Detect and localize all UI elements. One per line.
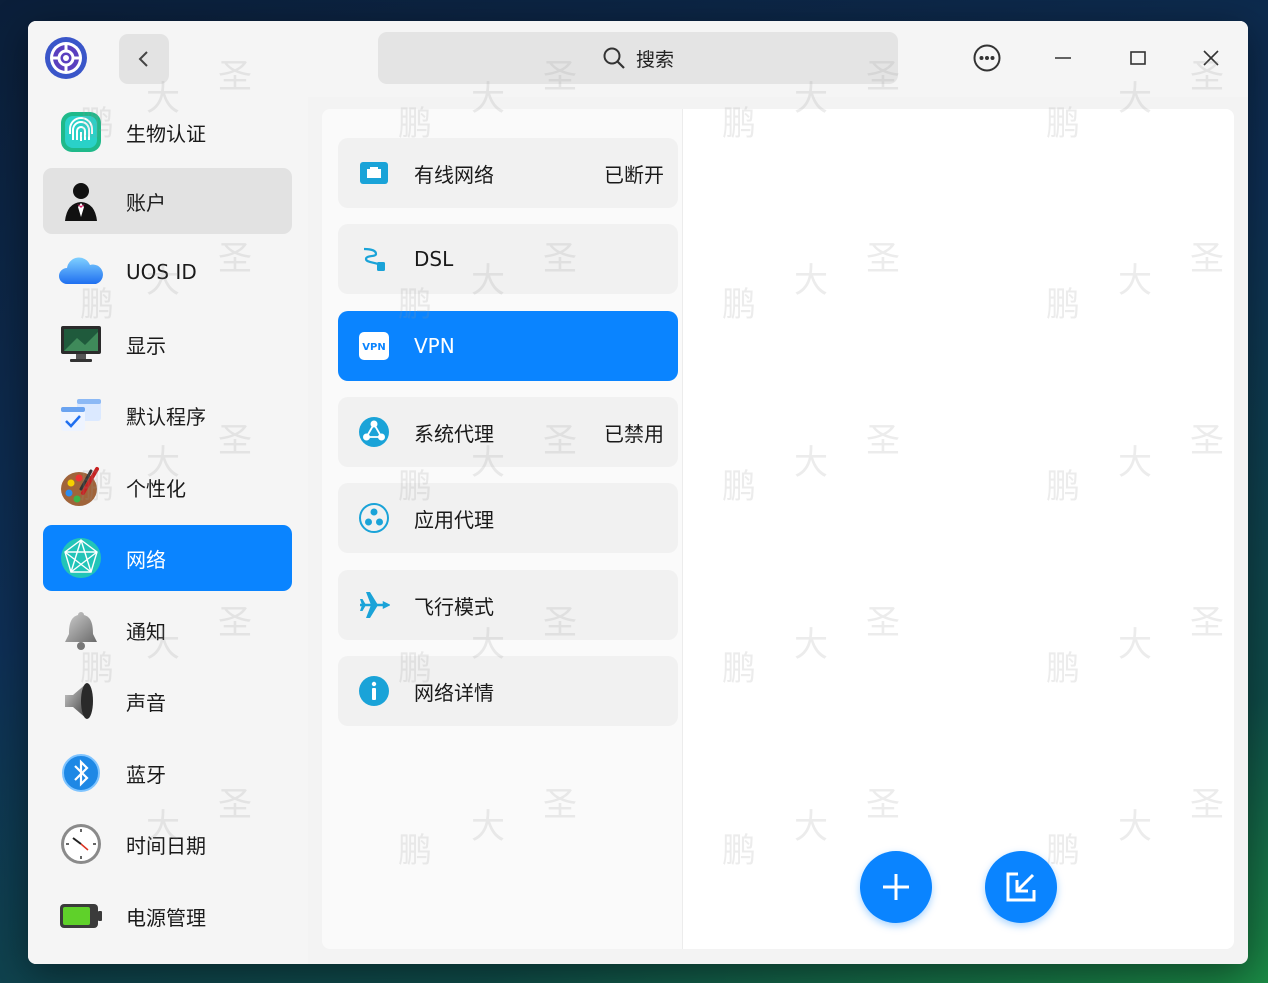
default-apps-icon xyxy=(61,399,101,431)
battery-icon xyxy=(60,904,102,928)
sidebar-item-personalization[interactable]: 个性化 xyxy=(43,454,292,520)
minimize-icon xyxy=(1055,57,1071,59)
sidebar-item-label: 个性化 xyxy=(126,476,186,501)
sidebar-item-bluetooth[interactable]: 蓝牙 xyxy=(43,740,292,806)
svg-text:VPN: VPN xyxy=(362,342,385,353)
network-item-label: 有线网络 xyxy=(414,162,494,187)
network-item-label: 系统代理 xyxy=(414,421,494,446)
sidebar-item-default-apps[interactable]: 默认程序 xyxy=(43,382,292,448)
display-icon xyxy=(61,326,101,362)
more-icon xyxy=(973,44,1001,72)
sidebar-item-label: 显示 xyxy=(126,333,166,358)
network-item-label: VPN xyxy=(414,334,455,358)
import-icon xyxy=(1006,872,1036,902)
palette-icon xyxy=(61,467,99,506)
network-item-airplane[interactable]: 飞行模式 xyxy=(338,570,678,640)
sidebar-item-label: 通知 xyxy=(126,619,166,644)
fingerprint-icon xyxy=(61,112,101,152)
sidebar-item-label: 声音 xyxy=(126,690,166,715)
sidebar-item-network[interactable]: 网络 xyxy=(43,525,292,591)
network-submenu: 有线网络 已断开 DSL VPN VPN 系统代理 已禁用 应用代理 飞行模式 … xyxy=(322,109,682,949)
add-vpn-button[interactable] xyxy=(860,851,932,923)
network-item-status: 已断开 xyxy=(604,162,664,187)
network-item-label: 应用代理 xyxy=(414,507,494,532)
ethernet-icon xyxy=(360,162,388,184)
sidebar-item-account[interactable]: 账户 xyxy=(43,168,292,234)
app-proxy-icon xyxy=(359,503,389,533)
network-item-label: DSL xyxy=(414,247,454,271)
network-item-status: 已禁用 xyxy=(604,421,664,446)
network-item-dsl[interactable]: DSL xyxy=(338,224,678,294)
system-proxy-icon xyxy=(359,417,389,447)
speaker-icon xyxy=(65,683,93,719)
sidebar-item-biometric[interactable]: 生物认证 xyxy=(43,99,292,165)
sidebar-item-label: UOS ID xyxy=(126,260,197,284)
search-placeholder: 搜索 xyxy=(635,48,674,71)
sidebar-item-label: 账户 xyxy=(126,190,166,215)
network-item-vpn[interactable]: VPN VPN xyxy=(338,311,678,381)
search-box[interactable]: 搜索 xyxy=(378,32,898,84)
bluetooth-icon xyxy=(62,754,100,792)
info-icon xyxy=(359,676,389,706)
vpn-icon: VPN xyxy=(359,332,389,360)
cloud-icon xyxy=(59,257,103,284)
sidebar-item-label: 默认程序 xyxy=(126,404,206,429)
chevron-left-icon xyxy=(138,51,148,67)
sidebar-item-uos-id[interactable]: UOS ID xyxy=(43,239,292,305)
airplane-icon xyxy=(360,592,390,618)
dsl-icon xyxy=(363,247,385,271)
network-item-label: 网络详情 xyxy=(414,680,494,705)
account-icon xyxy=(65,183,97,221)
title-bar: 搜索 xyxy=(28,21,1248,97)
clock-icon xyxy=(61,824,101,864)
minimize-button[interactable] xyxy=(1046,41,1080,75)
search-icon xyxy=(603,47,625,69)
bell-icon xyxy=(65,612,97,650)
plus-icon xyxy=(883,874,909,900)
network-item-details[interactable]: 网络详情 xyxy=(338,656,678,726)
sidebar-item-sound[interactable]: 声音 xyxy=(43,668,292,734)
sidebar-item-display[interactable]: 显示 xyxy=(43,311,292,377)
import-vpn-button[interactable] xyxy=(985,851,1057,923)
maximize-icon xyxy=(1130,51,1146,65)
sidebar-item-label: 电源管理 xyxy=(126,905,206,930)
maximize-button[interactable] xyxy=(1121,41,1155,75)
network-item-system-proxy[interactable]: 系统代理 已禁用 xyxy=(338,397,678,467)
network-item-wired[interactable]: 有线网络 已断开 xyxy=(338,138,678,208)
network-icon xyxy=(61,538,101,578)
sidebar-item-datetime[interactable]: 时间日期 xyxy=(43,811,292,877)
more-options-button[interactable] xyxy=(970,41,1004,75)
settings-window: 搜索 生物认证 账户 UOS ID 显示 默认程序 个性化 网络 通知 声音 蓝… xyxy=(28,21,1248,964)
sidebar: 生物认证 账户 UOS ID 显示 默认程序 个性化 网络 通知 声音 蓝牙 时… xyxy=(28,97,308,964)
back-button[interactable] xyxy=(119,34,169,84)
sidebar-item-label: 网络 xyxy=(126,547,166,572)
sidebar-item-notification[interactable]: 通知 xyxy=(43,597,292,663)
vpn-content-panel xyxy=(682,109,1234,949)
sidebar-item-label: 蓝牙 xyxy=(126,762,166,787)
network-item-app-proxy[interactable]: 应用代理 xyxy=(338,483,678,553)
close-button[interactable] xyxy=(1194,41,1228,75)
sidebar-item-label: 时间日期 xyxy=(126,833,206,858)
sidebar-item-label: 生物认证 xyxy=(126,121,206,146)
control-center-logo-icon xyxy=(44,36,88,80)
close-icon xyxy=(1203,50,1219,66)
network-item-label: 飞行模式 xyxy=(414,594,494,619)
sidebar-item-power[interactable]: 电源管理 xyxy=(43,883,292,949)
